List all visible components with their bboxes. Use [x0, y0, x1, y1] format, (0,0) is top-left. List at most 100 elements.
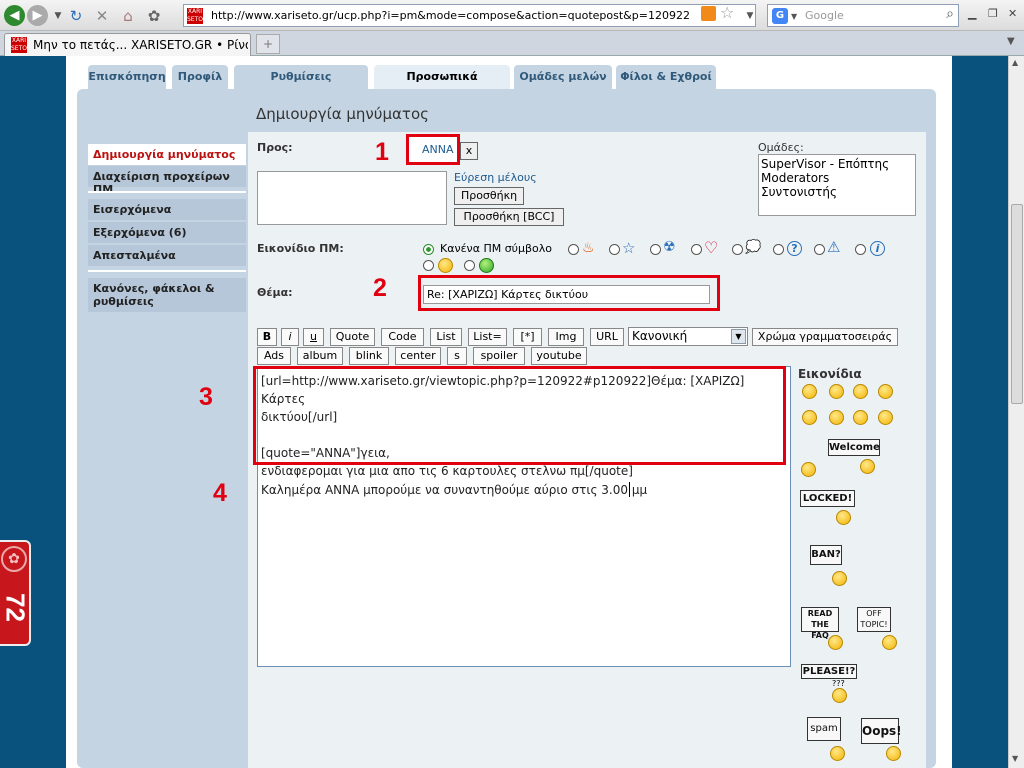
recipient-name[interactable]: ANNA — [422, 143, 454, 156]
new-tab-button[interactable]: + — [256, 34, 280, 54]
img-button[interactable]: Img — [548, 328, 584, 346]
sign-spam[interactable]: spam — [807, 717, 841, 741]
group-option[interactable]: Συντονιστής — [761, 185, 913, 199]
restore-icon[interactable]: ❐ — [988, 7, 998, 20]
smiley-icon[interactable] — [828, 635, 843, 650]
underline-button[interactable]: u — [303, 328, 324, 346]
chevron-down-icon[interactable]: ▼ — [731, 329, 746, 344]
bookmark-star-icon[interactable]: ☆ — [720, 3, 734, 22]
smiley-icon[interactable] — [878, 384, 893, 399]
smiley-icon[interactable] — [836, 510, 851, 525]
url-button[interactable]: URL — [590, 328, 624, 346]
sign-ban[interactable]: BAN? — [810, 545, 842, 565]
smiley-icon[interactable] — [802, 384, 817, 399]
list-button[interactable]: List — [430, 328, 462, 346]
tab-usergroups[interactable]: Ομάδες μελών — [514, 65, 612, 89]
code-button[interactable]: Code — [381, 328, 424, 346]
album-button[interactable]: album — [297, 347, 343, 365]
page-scrollbar[interactable]: ▲ ▼ — [1008, 56, 1024, 768]
quote-button[interactable]: Quote — [330, 328, 375, 346]
scroll-up-icon[interactable]: ▲ — [1012, 58, 1018, 67]
blink-button[interactable]: blink — [349, 347, 389, 365]
strike-button[interactable]: s — [447, 347, 467, 365]
quoted-text[interactable]: [url=http://www.xariseto.gr/viewtopic.ph… — [261, 372, 781, 480]
sign-locked[interactable]: LOCKED! — [800, 490, 855, 507]
search-placeholder[interactable]: Google — [805, 9, 844, 22]
icon-radio[interactable] — [650, 244, 661, 255]
ads-button[interactable]: Ads — [257, 347, 291, 365]
stop-icon[interactable]: ✕ — [92, 6, 112, 26]
history-dropdown-icon[interactable]: ▼ — [48, 6, 68, 26]
remove-recipient-button[interactable]: x — [460, 142, 478, 160]
icon-radio-none[interactable] — [423, 244, 434, 255]
icon-radio[interactable] — [568, 244, 579, 255]
addons-icon[interactable]: ✿ — [144, 6, 164, 26]
group-option[interactable]: Moderators — [761, 171, 913, 185]
sign-oops[interactable]: Oops! — [861, 718, 902, 744]
sidebar-item-outbox[interactable]: Εξερχόμενα (6) — [88, 222, 246, 243]
sign-read-faq[interactable]: READ THE FAQ — [801, 607, 839, 640]
address-text[interactable]: http://www.xariseto.gr/ucp.php?i=pm&mode… — [211, 9, 690, 22]
forward-icon[interactable]: ▶ — [27, 5, 48, 26]
tab-private-messages[interactable]: Προσωπικά μηνύματα — [374, 65, 510, 107]
find-member-link[interactable]: Εύρεση μέλους — [454, 171, 537, 184]
icon-radio[interactable] — [855, 244, 866, 255]
home-icon[interactable]: ⌂ — [118, 6, 138, 26]
sign-off-topic[interactable]: OFF TOPIC! — [857, 607, 891, 632]
tab-overview[interactable]: Επισκόπηση — [88, 65, 166, 89]
bold-button[interactable]: B — [257, 328, 277, 346]
side-badge[interactable]: ✿ 72 — [0, 540, 31, 646]
rss-icon[interactable] — [701, 6, 716, 21]
sidebar-item-compose[interactable]: Δημιουργία μηνύματος — [88, 144, 246, 165]
subject-input[interactable]: Re: [ΧΑΡΙΖΩ] Κάρτες δικτύου — [423, 285, 710, 304]
add-bcc-button[interactable]: Προσθήκη [BCC] — [454, 208, 564, 226]
icon-radio[interactable] — [423, 260, 434, 271]
ordered-list-button[interactable]: List= — [468, 328, 507, 346]
scrollbar-thumb[interactable] — [1011, 204, 1023, 404]
scroll-down-icon[interactable]: ▼ — [1012, 754, 1018, 763]
address-dropdown-icon[interactable]: ▼ — [740, 6, 760, 26]
sidebar-item-rules-folders[interactable]: Κανόνες, φάκελοι & ρυθμίσεις — [88, 278, 246, 312]
engine-dropdown-icon[interactable]: ▼ — [791, 12, 797, 21]
icon-radio[interactable] — [814, 244, 825, 255]
reload-icon[interactable]: ↻ — [66, 6, 86, 26]
close-window-icon[interactable]: ✕ — [1008, 7, 1017, 20]
center-button[interactable]: center — [395, 347, 441, 365]
spoiler-button[interactable]: spoiler — [473, 347, 525, 365]
smiley-icon[interactable] — [802, 410, 817, 425]
list-item-button[interactable]: [*] — [513, 328, 542, 346]
icon-radio[interactable] — [609, 244, 620, 255]
smiley-icon[interactable] — [829, 384, 844, 399]
tab-friends-foes[interactable]: Φίλοι & Εχθροί — [616, 65, 716, 89]
sign-welcome[interactable]: Welcome — [828, 439, 880, 456]
smiley-icon[interactable] — [853, 384, 868, 399]
add-recipient-button[interactable]: Προσθήκη — [454, 187, 524, 205]
smiley-icon[interactable] — [832, 571, 847, 586]
tab-title[interactable]: Μην το πετάς... XARISETO.GR • Pίνα... — [33, 38, 248, 52]
smiley-icon[interactable] — [801, 462, 816, 477]
tab-list-icon[interactable]: ▼ — [1007, 36, 1015, 47]
minimize-icon[interactable]: ▁ — [968, 7, 976, 20]
sign-please[interactable]: PLEASE!? — [801, 664, 857, 679]
smiley-icon[interactable] — [832, 688, 847, 703]
youtube-button[interactable]: youtube — [531, 347, 587, 365]
search-box[interactable]: G ▼ Google ⌕ — [767, 4, 959, 27]
reply-text[interactable]: Καλημέρα ANNA μπορούμε να συναντηθούμε α… — [261, 483, 647, 497]
icon-radio[interactable] — [732, 244, 743, 255]
sidebar-item-inbox[interactable]: Εισερχόμενα — [88, 199, 246, 220]
smiley-icon[interactable] — [860, 459, 875, 474]
sidebar-item-sent[interactable]: Απεσταλμένα — [88, 245, 246, 266]
icon-radio[interactable] — [691, 244, 702, 255]
icon-radio[interactable] — [464, 260, 475, 271]
tab-profile[interactable]: Προφίλ — [172, 65, 228, 89]
smiley-icon[interactable] — [886, 746, 901, 761]
address-bar[interactable]: XARI SETO http://www.xariseto.gr/ucp.php… — [183, 4, 756, 27]
google-icon[interactable]: G — [772, 8, 788, 24]
group-option[interactable]: SuperVisor - Επόπτης — [761, 157, 913, 171]
recipient-textarea[interactable] — [257, 171, 447, 225]
groups-listbox[interactable]: SuperVisor - Επόπτης Moderators Συντονισ… — [758, 154, 916, 216]
font-color-button[interactable]: Χρώμα γραμματοσειράς — [752, 328, 898, 346]
smiley-icon[interactable] — [878, 410, 893, 425]
italic-button[interactable]: i — [281, 328, 299, 346]
sidebar-item-drafts[interactable]: Διαχείριση προχείρων ΠΜ — [88, 166, 246, 196]
